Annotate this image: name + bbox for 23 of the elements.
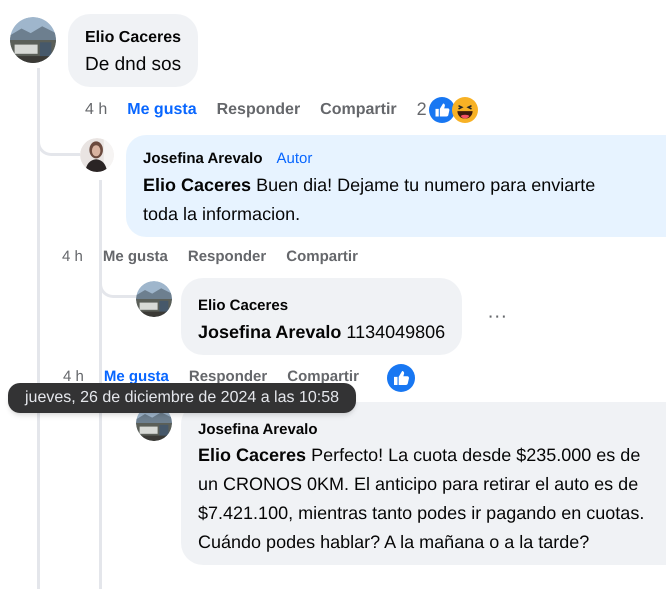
laughing-face-icon: [452, 96, 478, 122]
author-name[interactable]: Elio Caceres: [85, 26, 182, 50]
thumbs-up-icon: [386, 364, 415, 392]
more-options-button[interactable]: ···: [487, 306, 508, 326]
comment-text: De dnd sos: [85, 53, 182, 77]
author-name[interactable]: Josefina Arevalo: [198, 418, 318, 441]
share-link[interactable]: Compartir: [286, 246, 358, 268]
reply-link[interactable]: Responder: [216, 98, 300, 122]
comment-text: Elio Caceres Perfecto! La cuota desde $235.000 es de un CRONOS 0KM. El anticipo para retirar el auto es de $7.421.100, mientras tanto podes ir pagando en cuotas. Cuándo podes hablar? A la mañana o a la tarde?: [198, 444, 646, 554]
like-link[interactable]: Me gusta: [102, 246, 168, 268]
reaction-count[interactable]: 2: [416, 96, 427, 123]
comment-time[interactable]: 4 h: [85, 98, 108, 122]
share-link[interactable]: Compartir: [320, 98, 397, 122]
date-tooltip: jueves, 26 de diciembre de 2024 a las 10:58: [8, 383, 356, 413]
like-link[interactable]: Me gusta: [127, 98, 197, 122]
comment-text: Josefina Arevalo 1134049806: [198, 320, 446, 344]
author-label: Autor: [276, 149, 312, 169]
thumbs-up-icon: [428, 96, 455, 122]
author-name[interactable]: Josefina Arevalo: [143, 148, 262, 170]
comment-text: Elio Caceres Buen dia! Dejame tu numero para enviarte toda la informacion.: [143, 174, 596, 226]
author-name[interactable]: Elio Caceres: [198, 295, 288, 318]
comment-time[interactable]: 4 h: [62, 246, 83, 268]
reply-link[interactable]: Responder: [188, 246, 266, 268]
